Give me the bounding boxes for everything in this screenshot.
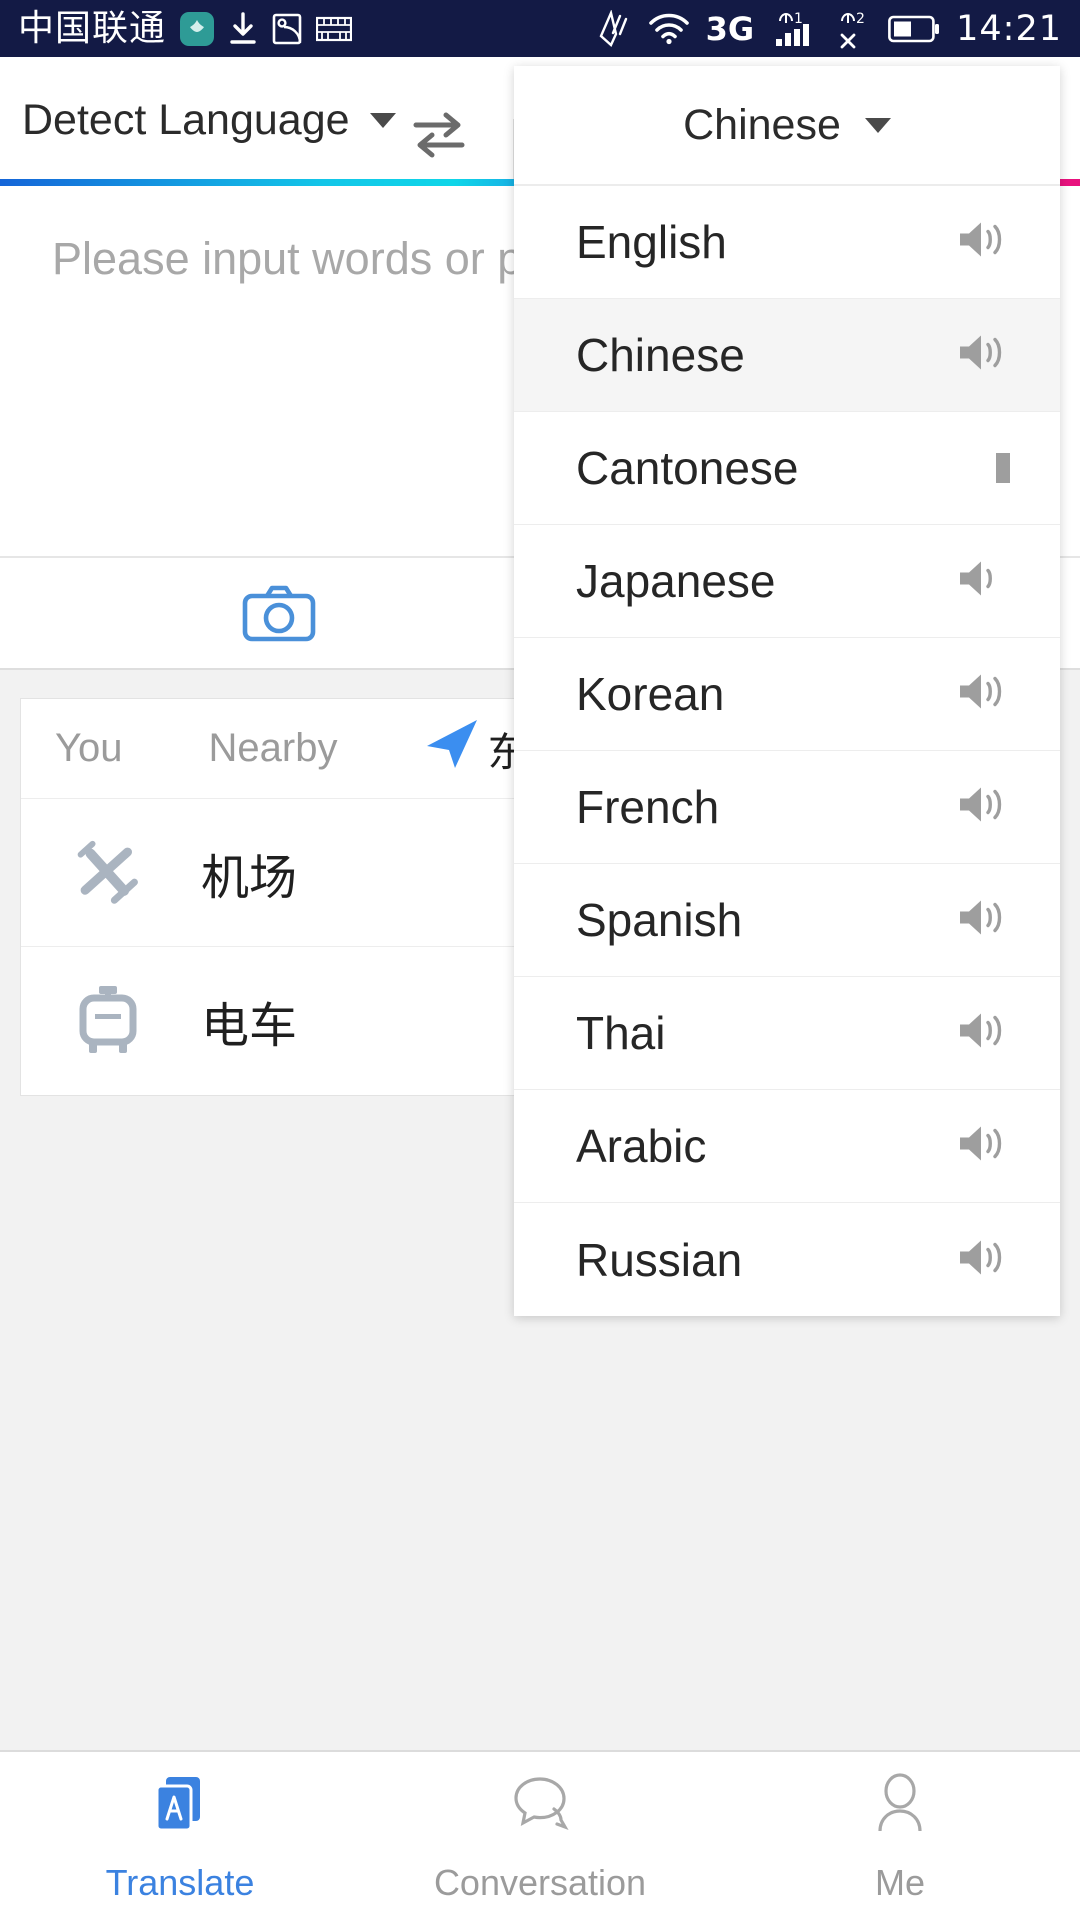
airplane-icon [71,838,145,908]
person-icon [862,1769,938,1850]
signal-sim1-icon: 1 [770,9,822,49]
speaker-icon[interactable] [956,1122,1010,1171]
battery-icon [888,14,940,44]
list-item-label: 机场 [201,849,298,906]
speaker-icon[interactable] [956,557,1010,606]
camera-icon[interactable] [242,584,316,647]
nfc-icon [598,9,632,48]
target-language-dropdown[interactable]: Chinese English Chinese Cantonese Japane… [514,66,1060,1316]
dropdown-header-label: Chinese [683,100,841,149]
chevron-down-icon [864,117,891,133]
dropdown-item-label: Spanish [576,894,743,946]
tab-translate[interactable]: Translate [0,1752,360,1920]
dropdown-item-label: Arabic [576,1120,707,1172]
speaker-icon[interactable] [956,218,1010,267]
dropdown-item-label: French [576,781,720,833]
speaker-icon[interactable] [956,896,1010,945]
download-icon [228,11,258,46]
status-bar-left: 中国联通 [18,7,353,49]
wifi-icon [648,13,690,45]
svg-text:2: 2 [856,11,865,27]
speaker-icon[interactable] [956,1235,1010,1284]
dropdown-header[interactable]: Chinese [514,66,1060,186]
speaker-icon[interactable] [956,783,1010,832]
tab-conversation[interactable]: Conversation [360,1752,720,1920]
tab-me[interactable]: Me [720,1752,1080,1920]
list-item-label: 电车 [201,998,298,1054]
photo-icon [272,12,302,46]
translate-icon [142,1769,218,1850]
huawei-badge-icon [180,11,215,46]
dropdown-item-label: Thai [576,1007,666,1059]
dropdown-item-label: Russian [576,1233,743,1286]
speaker-icon[interactable] [956,1009,1010,1058]
dropdown-item-label: Korean [576,668,725,720]
dropdown-item-chinese[interactable]: Chinese [514,299,1060,412]
dropdown-item-spanish[interactable]: Spanish [514,864,1060,977]
tram-icon [71,984,145,1058]
clock-label: 14:21 [956,8,1062,49]
tab-me-label: Me [874,1861,925,1903]
speech-bubbles-icon [502,1769,578,1850]
app-screen: 中国联通 3G 1 2 14:21 Detect Language Please… [0,0,1080,1920]
speaker-icon[interactable] [956,331,1010,380]
tab-nearby[interactable]: Nearby [209,726,338,771]
dropdown-item-arabic[interactable]: Arabic [514,1090,1060,1203]
navigation-arrow-icon [423,716,485,782]
dropdown-item-english[interactable]: English [514,186,1060,299]
tab-translate-label: Translate [105,1861,255,1903]
network-type-label: 3G [705,9,755,48]
dropdown-item-korean[interactable]: Korean [514,638,1060,751]
bottom-navigation: Translate Conversation Me [0,1750,1080,1920]
dropdown-item-cantonese[interactable]: Cantonese [514,412,1060,525]
keyboard-icon [316,15,353,43]
signal-sim2-icon: 2 [838,9,872,49]
dropdown-item-russian[interactable]: Russian [514,1203,1060,1316]
tab-you[interactable]: You [55,726,123,771]
dropdown-item-label: Japanese [576,555,776,607]
source-language-button[interactable]: Detect Language [22,96,396,145]
dropdown-item-label: Cantonese [576,442,799,494]
svg-text:1: 1 [794,11,803,27]
speaker-icon[interactable] [956,670,1010,719]
dropdown-item-japanese[interactable]: Japanese [514,525,1060,638]
dropdown-item-label: Chinese [576,329,745,381]
dropdown-item-label: English [576,216,727,268]
source-language-label: Detect Language [22,95,350,144]
dropdown-item-thai[interactable]: Thai [514,977,1060,1090]
status-bar: 中国联通 3G 1 2 14:21 [0,0,1080,57]
swap-languages-button[interactable] [410,107,468,168]
status-bar-right: 3G 1 2 14:21 [598,9,1062,49]
chevron-down-icon [369,112,396,128]
tab-conversation-label: Conversation [433,1861,647,1903]
carrier-label: 中国联通 [18,7,167,49]
speaker-icon-clipped[interactable] [996,453,1010,483]
dropdown-item-french[interactable]: French [514,751,1060,864]
